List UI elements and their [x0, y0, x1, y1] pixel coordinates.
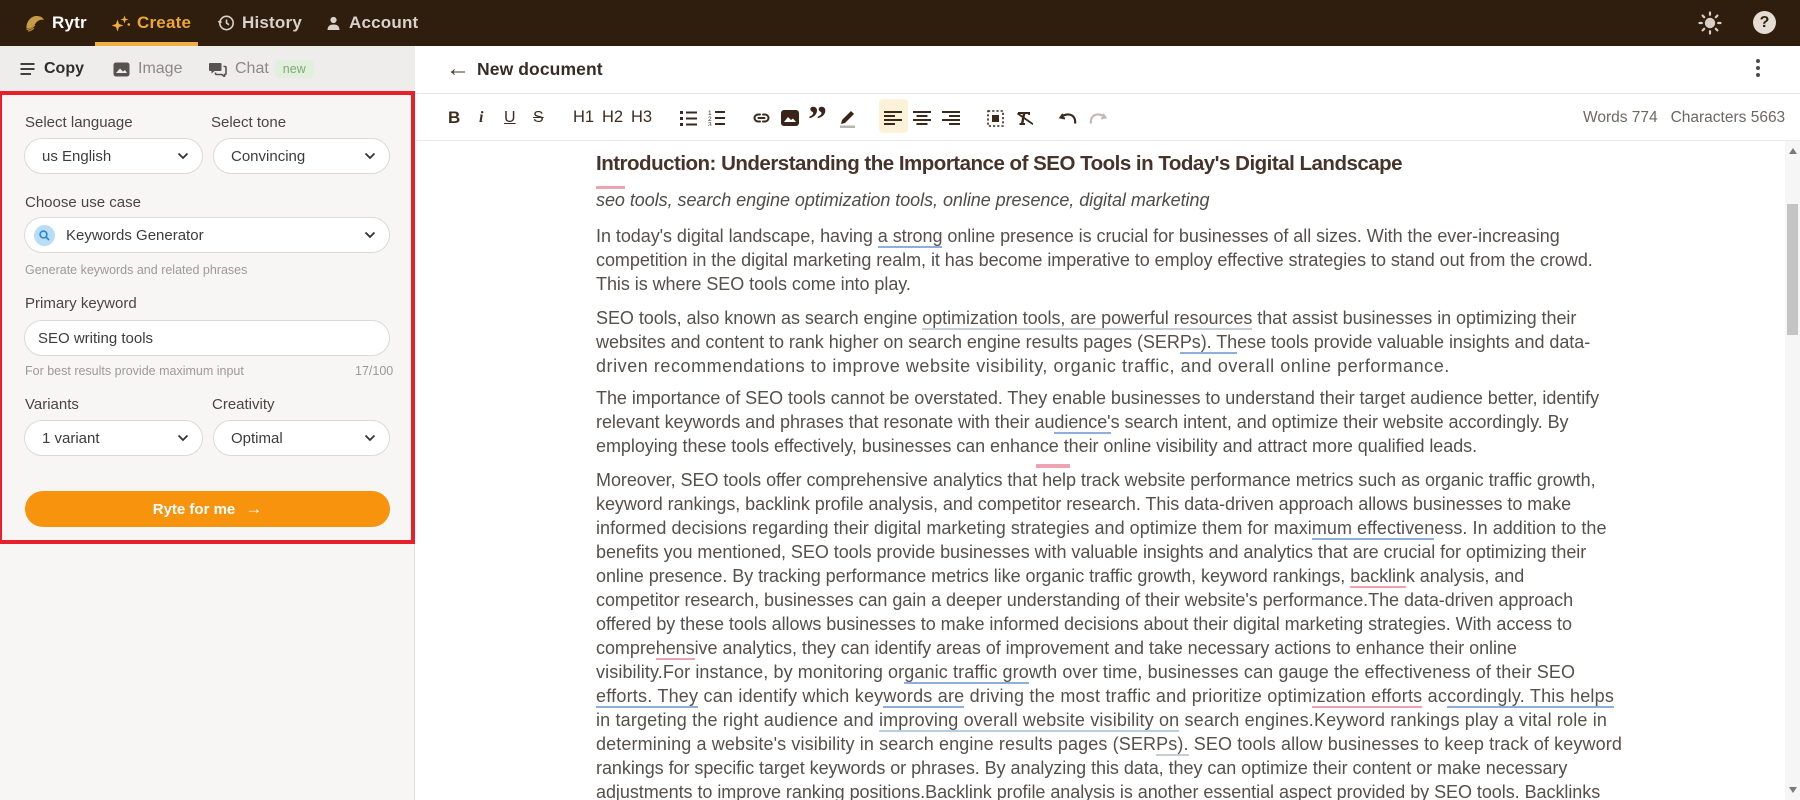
svg-text:3: 3 [708, 122, 712, 127]
